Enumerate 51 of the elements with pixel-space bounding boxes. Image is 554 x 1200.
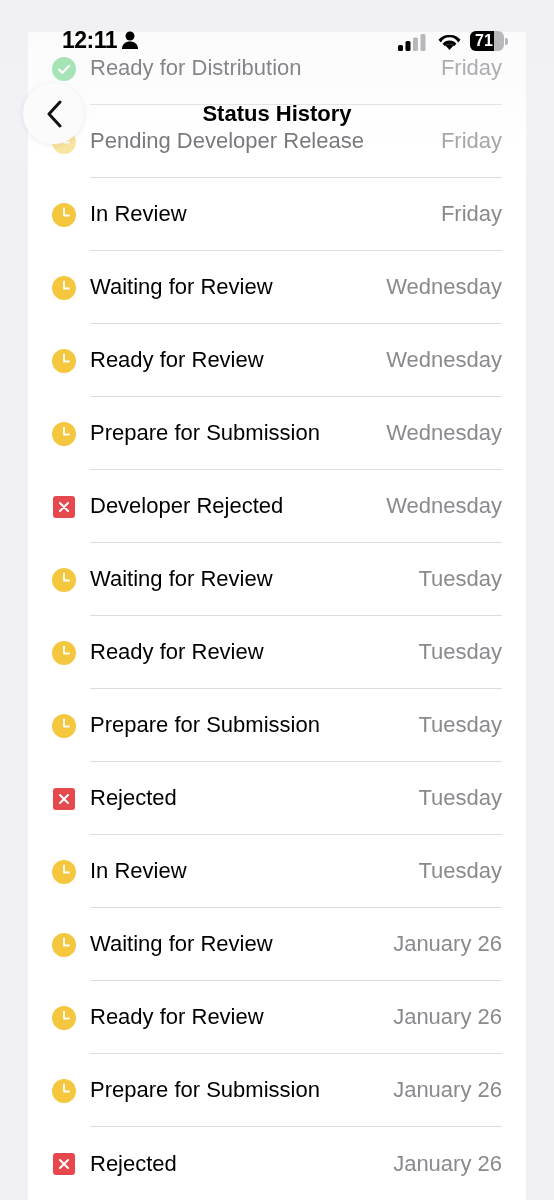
status-date: Wednesday (386, 274, 502, 300)
status-date: January 26 (393, 1150, 502, 1177)
status-date: Tuesday (418, 639, 502, 665)
clock-icon (52, 1078, 76, 1103)
status-label: Ready for Review (90, 1004, 264, 1030)
status-date: Friday (440, 128, 502, 154)
status-date: January 26 (393, 1077, 502, 1103)
status-label: Prepare for Submission (90, 712, 320, 738)
status-label: Waiting for Review (90, 274, 273, 300)
status-label: Waiting for Review (90, 931, 273, 957)
status-label: Developer Rejected (90, 493, 284, 519)
status-label: Rejected (90, 1150, 177, 1177)
status-date: January 26 (393, 1004, 502, 1030)
clock-icon (52, 713, 76, 738)
status-label: Ready for Distribution (90, 55, 302, 81)
status-label: Waiting for Review (90, 566, 273, 592)
clock-icon (52, 567, 76, 592)
status-date: Wednesday (386, 420, 502, 446)
signal-icon (398, 34, 426, 51)
clock-icon (52, 421, 76, 446)
clock-icon (52, 275, 76, 300)
x-mark-icon (53, 495, 75, 518)
status-label: Prepare for Submission (90, 1077, 320, 1103)
status-date: Tuesday (418, 566, 502, 592)
clock-icon (52, 202, 76, 227)
status-date: January 26 (393, 931, 502, 957)
clock-icon (52, 932, 76, 957)
status-date: Tuesday (418, 858, 502, 884)
status-date: Wednesday (386, 347, 502, 373)
status-label: Pending Developer Release (90, 128, 364, 154)
person-icon (122, 31, 138, 49)
chevron-left-icon (45, 99, 62, 128)
x-mark-icon (53, 1152, 75, 1175)
status-date: Tuesday (418, 785, 502, 811)
status-date: Friday (440, 201, 502, 227)
status-date: Wednesday (386, 493, 502, 519)
clock-time: 12:11 (62, 27, 118, 54)
status-date: Tuesday (418, 712, 502, 738)
clock-icon (52, 1005, 76, 1030)
clock-icon (52, 640, 76, 665)
status-label: Prepare for Submission (90, 420, 320, 446)
clock-icon (52, 859, 76, 884)
status-label: Rejected (90, 785, 177, 811)
status-label: In Review (90, 201, 187, 227)
status-label: Ready for Review (90, 347, 264, 373)
clock-icon (52, 348, 76, 373)
status-label: In Review (90, 858, 187, 884)
status-date: Friday (440, 55, 502, 81)
x-mark-icon (53, 787, 75, 810)
screen-title: Status History (201, 101, 353, 127)
status-label: Ready for Review (90, 639, 264, 665)
